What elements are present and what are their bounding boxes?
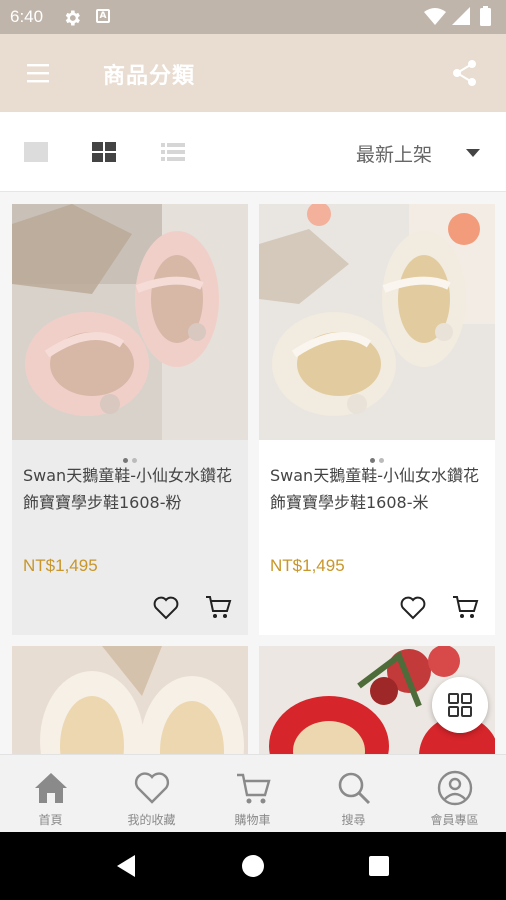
bottom-nav: 首頁 我的收藏 購物車 搜尋 會員專區 <box>0 754 506 832</box>
nav-label: 購物車 <box>234 813 271 827</box>
nav-cart[interactable]: 購物車 <box>202 755 303 833</box>
wifi-icon <box>424 8 446 25</box>
app-root: 6:40 A 商品分類 最新上架 Swan天鵝童鞋-小仙女水鑽花飾寶寶學步鞋16… <box>0 0 506 900</box>
nav-home[interactable]: 首頁 <box>0 755 101 833</box>
category-grid-fab[interactable] <box>432 677 488 733</box>
back-icon[interactable] <box>115 854 137 878</box>
product-image[interactable] <box>12 646 248 754</box>
product-card[interactable]: Swan天鵝童鞋-小仙女水鑽花飾寶寶學步鞋1608-米 NT$1,495 <box>259 204 495 635</box>
page-title: 商品分類 <box>103 64 196 89</box>
grid-view-icon[interactable] <box>90 140 118 164</box>
view-toolbar: 最新上架 <box>0 112 506 192</box>
nav-search[interactable]: 搜尋 <box>303 755 404 833</box>
top-app-bar: 商品分類 <box>0 34 506 112</box>
home-icon <box>35 773 67 803</box>
heart-icon[interactable] <box>152 595 180 621</box>
product-price: NT$1,495 <box>270 556 345 575</box>
heart-icon[interactable] <box>399 595 427 621</box>
share-icon[interactable] <box>450 58 480 88</box>
recents-button[interactable] <box>369 856 389 876</box>
status-bar: 6:40 A <box>0 0 506 34</box>
hamburger-menu-icon[interactable] <box>22 56 56 90</box>
system-nav-bar <box>0 832 506 900</box>
cart-icon[interactable] <box>204 593 232 621</box>
search-icon <box>338 772 371 805</box>
cart-icon <box>237 773 271 804</box>
nav-label: 我的收藏 <box>127 813 176 827</box>
sort-select[interactable]: 最新上架 <box>356 140 432 167</box>
gear-icon <box>65 10 80 26</box>
cart-icon[interactable] <box>451 593 479 621</box>
single-view-icon[interactable] <box>22 140 50 164</box>
user-icon <box>437 770 473 806</box>
a-badge-icon: A <box>96 9 110 23</box>
product-image[interactable] <box>12 204 248 440</box>
signal-icon <box>452 7 470 25</box>
product-price: NT$1,495 <box>23 556 98 575</box>
heart-icon <box>134 772 170 804</box>
nav-label: 首頁 <box>38 813 63 827</box>
product-name[interactable]: Swan天鵝童鞋-小仙女水鑽花飾寶寶學步鞋1608-粉 <box>23 462 241 516</box>
status-time: 6:40 <box>10 7 44 26</box>
home-button[interactable] <box>242 855 264 877</box>
nav-member[interactable]: 會員專區 <box>404 755 505 833</box>
list-view-icon[interactable] <box>159 140 187 164</box>
battery-icon <box>480 8 491 26</box>
image-pagination <box>259 448 495 463</box>
nav-label: 會員專區 <box>430 813 479 827</box>
image-pagination <box>12 448 248 463</box>
nav-favorites[interactable]: 我的收藏 <box>101 755 202 833</box>
product-name[interactable]: Swan天鵝童鞋-小仙女水鑽花飾寶寶學步鞋1608-米 <box>270 462 488 516</box>
product-card[interactable]: Swan天鵝童鞋-小仙女水鑽花飾寶寶學步鞋1608-粉 NT$1,495 <box>12 204 248 635</box>
product-image[interactable] <box>259 204 495 440</box>
chevron-down-icon[interactable] <box>466 149 480 157</box>
nav-label: 搜尋 <box>341 813 366 827</box>
status-indicators <box>424 6 491 26</box>
product-grid: Swan天鵝童鞋-小仙女水鑽花飾寶寶學步鞋1608-粉 NT$1,495 Swa… <box>0 192 506 754</box>
